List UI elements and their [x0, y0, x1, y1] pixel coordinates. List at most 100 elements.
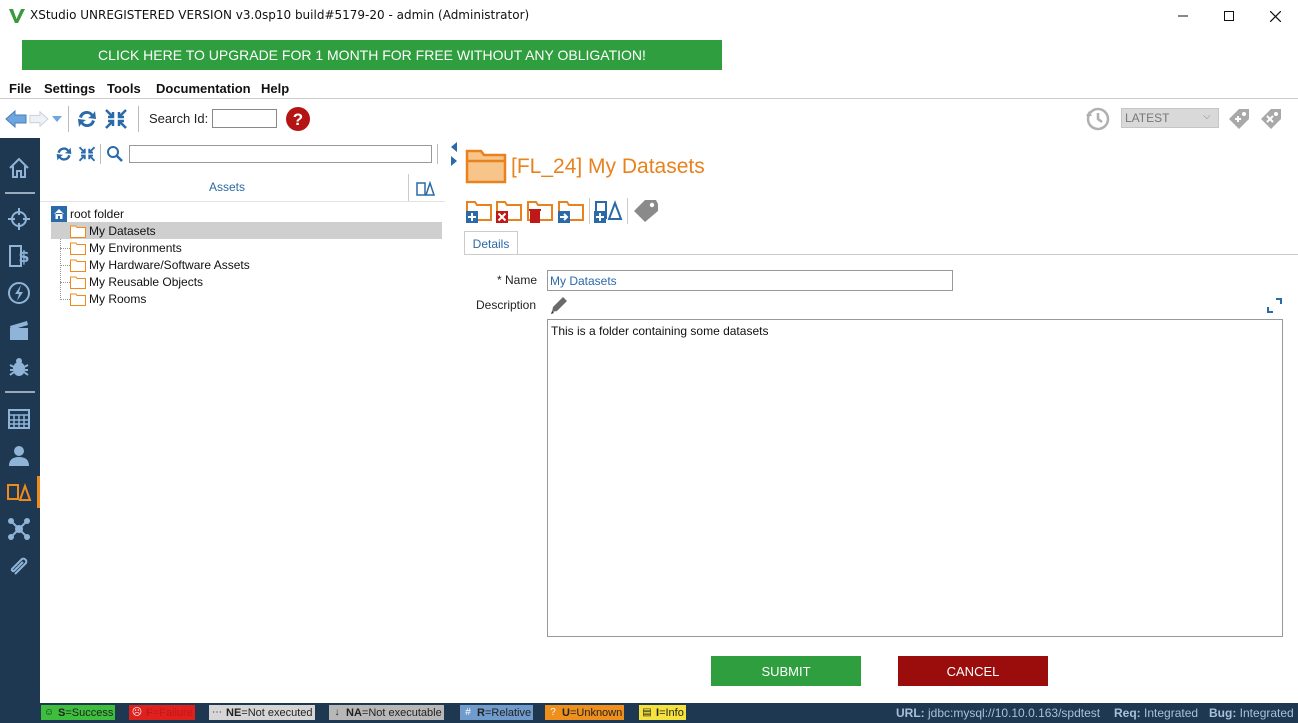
tab-details[interactable]: Details — [464, 231, 518, 255]
bug-icon[interactable] — [5, 353, 33, 381]
new-asset-icon[interactable] — [594, 198, 624, 224]
chevron-down-icon: ⌵ — [1203, 111, 1211, 122]
folder-icon — [70, 225, 86, 238]
refresh-icon[interactable] — [76, 108, 98, 130]
target-icon[interactable] — [5, 205, 33, 233]
question-icon: ? — [550, 707, 556, 718]
bug-status: Bug: Integrated — [1209, 706, 1294, 720]
tree-item-my-environments[interactable]: My Environments — [70, 239, 182, 256]
tab-divider — [464, 254, 1298, 255]
panel-splitter[interactable] — [445, 138, 463, 704]
folder-icon — [70, 293, 86, 306]
down-arrow-icon: ↓ — [334, 707, 340, 718]
collapse-all-icon[interactable] — [104, 108, 128, 130]
description-label: Description — [476, 298, 537, 312]
clapperboard-icon[interactable] — [5, 316, 33, 344]
lightning-icon[interactable] — [5, 279, 33, 307]
asset-type-icon[interactable] — [416, 179, 436, 197]
trash-folder-icon[interactable] — [526, 198, 554, 224]
window-title: XStudio UNREGISTERED VERSION v3.0sp10 bu… — [30, 8, 530, 22]
frown-icon: ☹ — [131, 707, 143, 718]
description-textarea[interactable]: This is a folder containing some dataset… — [547, 319, 1283, 637]
requirements-dollar-icon[interactable]: $ — [5, 242, 33, 270]
paperclip-icon[interactable] — [5, 552, 33, 580]
close-button[interactable] — [1252, 0, 1298, 32]
tree-item-my-rooms[interactable]: My Rooms — [70, 290, 146, 307]
tree-item-label: My Reusable Objects — [89, 274, 204, 289]
assets-icon[interactable] — [5, 478, 33, 506]
legend-not-executed: ⋯ NE =Not executed — [209, 705, 315, 720]
module-sidebar: $ — [0, 138, 40, 704]
search-icon — [107, 146, 123, 162]
folder-icon — [70, 276, 86, 289]
big-folder-icon — [465, 149, 507, 184]
menu-documentation[interactable]: Documentation — [156, 81, 251, 96]
name-field[interactable] — [547, 270, 953, 291]
menu-help[interactable]: Help — [261, 81, 289, 96]
tree-item-my-datasets[interactable]: My Datasets — [51, 222, 442, 239]
cancel-button[interactable]: CANCEL — [898, 656, 1048, 686]
submit-button[interactable]: SUBMIT — [711, 656, 861, 686]
back-arrow-icon[interactable] — [5, 109, 27, 129]
menu-file[interactable]: File — [9, 81, 31, 96]
move-folder-icon[interactable] — [557, 198, 585, 224]
tree-item-my-reusable-objects[interactable]: My Reusable Objects — [70, 273, 203, 290]
home-icon — [51, 205, 67, 222]
new-folder-icon[interactable] — [465, 198, 493, 224]
legend-not-executable: ↓ NA =Not executable — [329, 705, 444, 720]
svg-text:?: ? — [293, 110, 303, 129]
req-status: Req: Integrated — [1114, 706, 1199, 720]
remove-tag-icon[interactable] — [1258, 106, 1284, 132]
legend-success: ☺ S =Success — [41, 705, 116, 720]
smile-icon: ☺ — [43, 707, 55, 718]
legend-info: ▤ I =Info — [639, 705, 686, 720]
minimize-button[interactable] — [1160, 0, 1206, 32]
hash-icon: # — [465, 707, 471, 718]
menu-bar: File Settings Tools Documentation Help — [0, 78, 1298, 99]
edit-pencil-icon[interactable] — [549, 295, 569, 315]
detail-title: [FL_24] My Datasets — [511, 155, 705, 178]
search-id-label: Search Id: — [149, 111, 209, 126]
expand-icon[interactable] — [1267, 298, 1282, 313]
network-icon[interactable] — [5, 515, 33, 543]
tree-item-label: My Environments — [89, 240, 182, 255]
menu-settings[interactable]: Settings — [44, 81, 95, 96]
folder-icon — [70, 242, 86, 255]
tree-collapse-icon[interactable] — [78, 145, 96, 163]
url-status: URL: jdbc:mysql://10.10.0.163/spdtest — [896, 706, 1101, 720]
maximize-button[interactable] — [1206, 0, 1252, 32]
tree-item-my-hardware-software-assets[interactable]: My Hardware/Software Assets — [70, 256, 250, 273]
menu-tools[interactable]: Tools — [107, 81, 141, 96]
main-toolbar: Search Id: ? — [0, 100, 1298, 138]
timeline-clock-icon[interactable] — [1085, 106, 1111, 132]
upgrade-banner[interactable]: CLICK HERE TO UPGRADE FOR 1 MONTH FOR FR… — [22, 40, 722, 70]
tree-filter-input[interactable] — [129, 145, 432, 163]
delete-folder-icon[interactable] — [495, 198, 523, 224]
history-dropdown-icon[interactable] — [51, 114, 63, 124]
tree-refresh-icon[interactable] — [55, 145, 73, 163]
tag-icon[interactable] — [632, 198, 660, 224]
name-label: * Name — [497, 273, 538, 287]
tree-header-assets: Assets — [209, 180, 246, 194]
add-tag-icon[interactable] — [1226, 106, 1252, 132]
splitter-arrows-icon[interactable] — [450, 142, 458, 166]
note-icon: ▤ — [642, 707, 652, 718]
home-icon[interactable] — [5, 154, 33, 182]
tree-root-label: root folder — [70, 206, 125, 221]
tree-root-folder[interactable]: root folder — [51, 205, 441, 222]
tree-item-label: My Rooms — [89, 291, 147, 306]
forward-arrow-icon[interactable] — [29, 109, 49, 129]
tree-item-label: My Datasets — [89, 223, 156, 238]
tree-item-label: My Hardware/Software Assets — [89, 257, 250, 272]
folder-icon — [70, 259, 86, 272]
calendar-icon[interactable] — [5, 404, 33, 432]
svg-text:$: $ — [18, 247, 29, 266]
xstudio-logo-icon — [8, 7, 26, 25]
legend-unknown: ? U =Unknown — [545, 705, 625, 720]
help-icon[interactable]: ? — [285, 106, 311, 132]
search-id-input[interactable] — [212, 109, 277, 128]
dots-icon: ⋯ — [212, 707, 222, 718]
legend-failure: ☹ F =Failure — [129, 705, 195, 720]
user-icon[interactable] — [5, 441, 33, 469]
legend-relative: # R =Relative — [460, 705, 534, 720]
